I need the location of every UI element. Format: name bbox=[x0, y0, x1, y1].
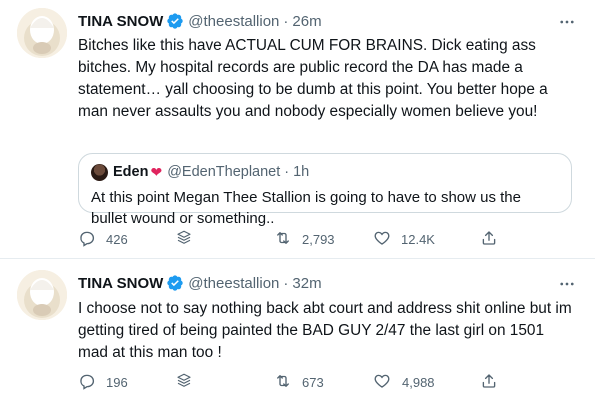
quote-timestamp: 1h bbox=[293, 164, 310, 180]
tweet[interactable]: TINA SNOW @theestallion · 32m I choose n… bbox=[0, 260, 595, 409]
quote-text: At this point Megan Thee Stallion is goi… bbox=[91, 189, 521, 227]
timestamp[interactable]: 26m bbox=[292, 13, 321, 30]
separator: · bbox=[283, 274, 289, 292]
like-button[interactable]: 12.4K bbox=[373, 229, 435, 249]
author-name[interactable]: TINA SNOW bbox=[78, 13, 163, 30]
stack-button[interactable] bbox=[175, 372, 193, 392]
like-button[interactable]: 4,988 bbox=[373, 372, 435, 392]
reply-icon bbox=[78, 229, 96, 250]
tweet-text: I choose not to say nothing back abt cou… bbox=[78, 300, 572, 361]
reply-count: 196 bbox=[106, 374, 128, 390]
retweet-button[interactable]: 2,793 bbox=[274, 229, 335, 249]
verified-badge-icon bbox=[166, 274, 184, 292]
author-handle[interactable]: @theestallion bbox=[188, 275, 279, 292]
timestamp[interactable]: 32m bbox=[292, 275, 321, 292]
retweet-button[interactable]: 673 bbox=[274, 372, 324, 392]
more-icon[interactable] bbox=[557, 274, 577, 294]
reply-button[interactable]: 426 bbox=[78, 229, 128, 249]
retweet-icon bbox=[274, 372, 292, 393]
tweet-header: TINA SNOW @theestallion · 26m bbox=[78, 11, 322, 31]
reply-button[interactable]: 196 bbox=[78, 372, 128, 392]
quote-author-handle: @EdenTheplanet bbox=[167, 164, 281, 180]
share-icon bbox=[480, 372, 498, 393]
retweet-icon bbox=[274, 229, 292, 250]
quote-avatar bbox=[91, 163, 108, 181]
like-count: 4,988 bbox=[402, 374, 435, 390]
like-icon bbox=[373, 372, 391, 393]
tweet-actions: 196 673 4,988 bbox=[78, 372, 498, 392]
share-button[interactable] bbox=[480, 372, 498, 392]
tweet-header: TINA SNOW @theestallion · 32m bbox=[78, 273, 322, 293]
verified-badge-icon bbox=[166, 12, 184, 30]
reply-icon bbox=[78, 372, 96, 393]
tweet[interactable]: TINA SNOW @theestallion · 26m Bitches li… bbox=[0, 0, 595, 259]
avatar[interactable] bbox=[17, 270, 67, 320]
stack-icon bbox=[175, 372, 193, 393]
stack-icon bbox=[175, 229, 193, 250]
like-icon bbox=[373, 229, 391, 250]
separator: · bbox=[284, 164, 290, 180]
avatar[interactable] bbox=[17, 8, 67, 58]
tweet-actions: 426 2,793 12.4K bbox=[78, 229, 498, 249]
quote-author-name: Eden bbox=[113, 164, 149, 180]
like-count: 12.4K bbox=[401, 231, 435, 247]
share-button[interactable] bbox=[480, 229, 498, 249]
retweet-count: 2,793 bbox=[302, 231, 335, 247]
separator: · bbox=[283, 12, 289, 30]
author-name[interactable]: TINA SNOW bbox=[78, 275, 163, 292]
stack-button[interactable] bbox=[175, 229, 193, 249]
quote-header: Eden ❤ @EdenTheplanet · 1h bbox=[91, 163, 309, 181]
more-icon[interactable] bbox=[557, 12, 577, 32]
tweet-text: Bitches like this have ACTUAL CUM FOR BR… bbox=[78, 37, 548, 120]
share-icon bbox=[480, 229, 498, 250]
reply-count: 426 bbox=[106, 231, 128, 247]
retweet-count: 673 bbox=[302, 374, 324, 390]
author-handle[interactable]: @theestallion bbox=[188, 13, 279, 30]
heart-emoji: ❤ bbox=[150, 163, 163, 180]
